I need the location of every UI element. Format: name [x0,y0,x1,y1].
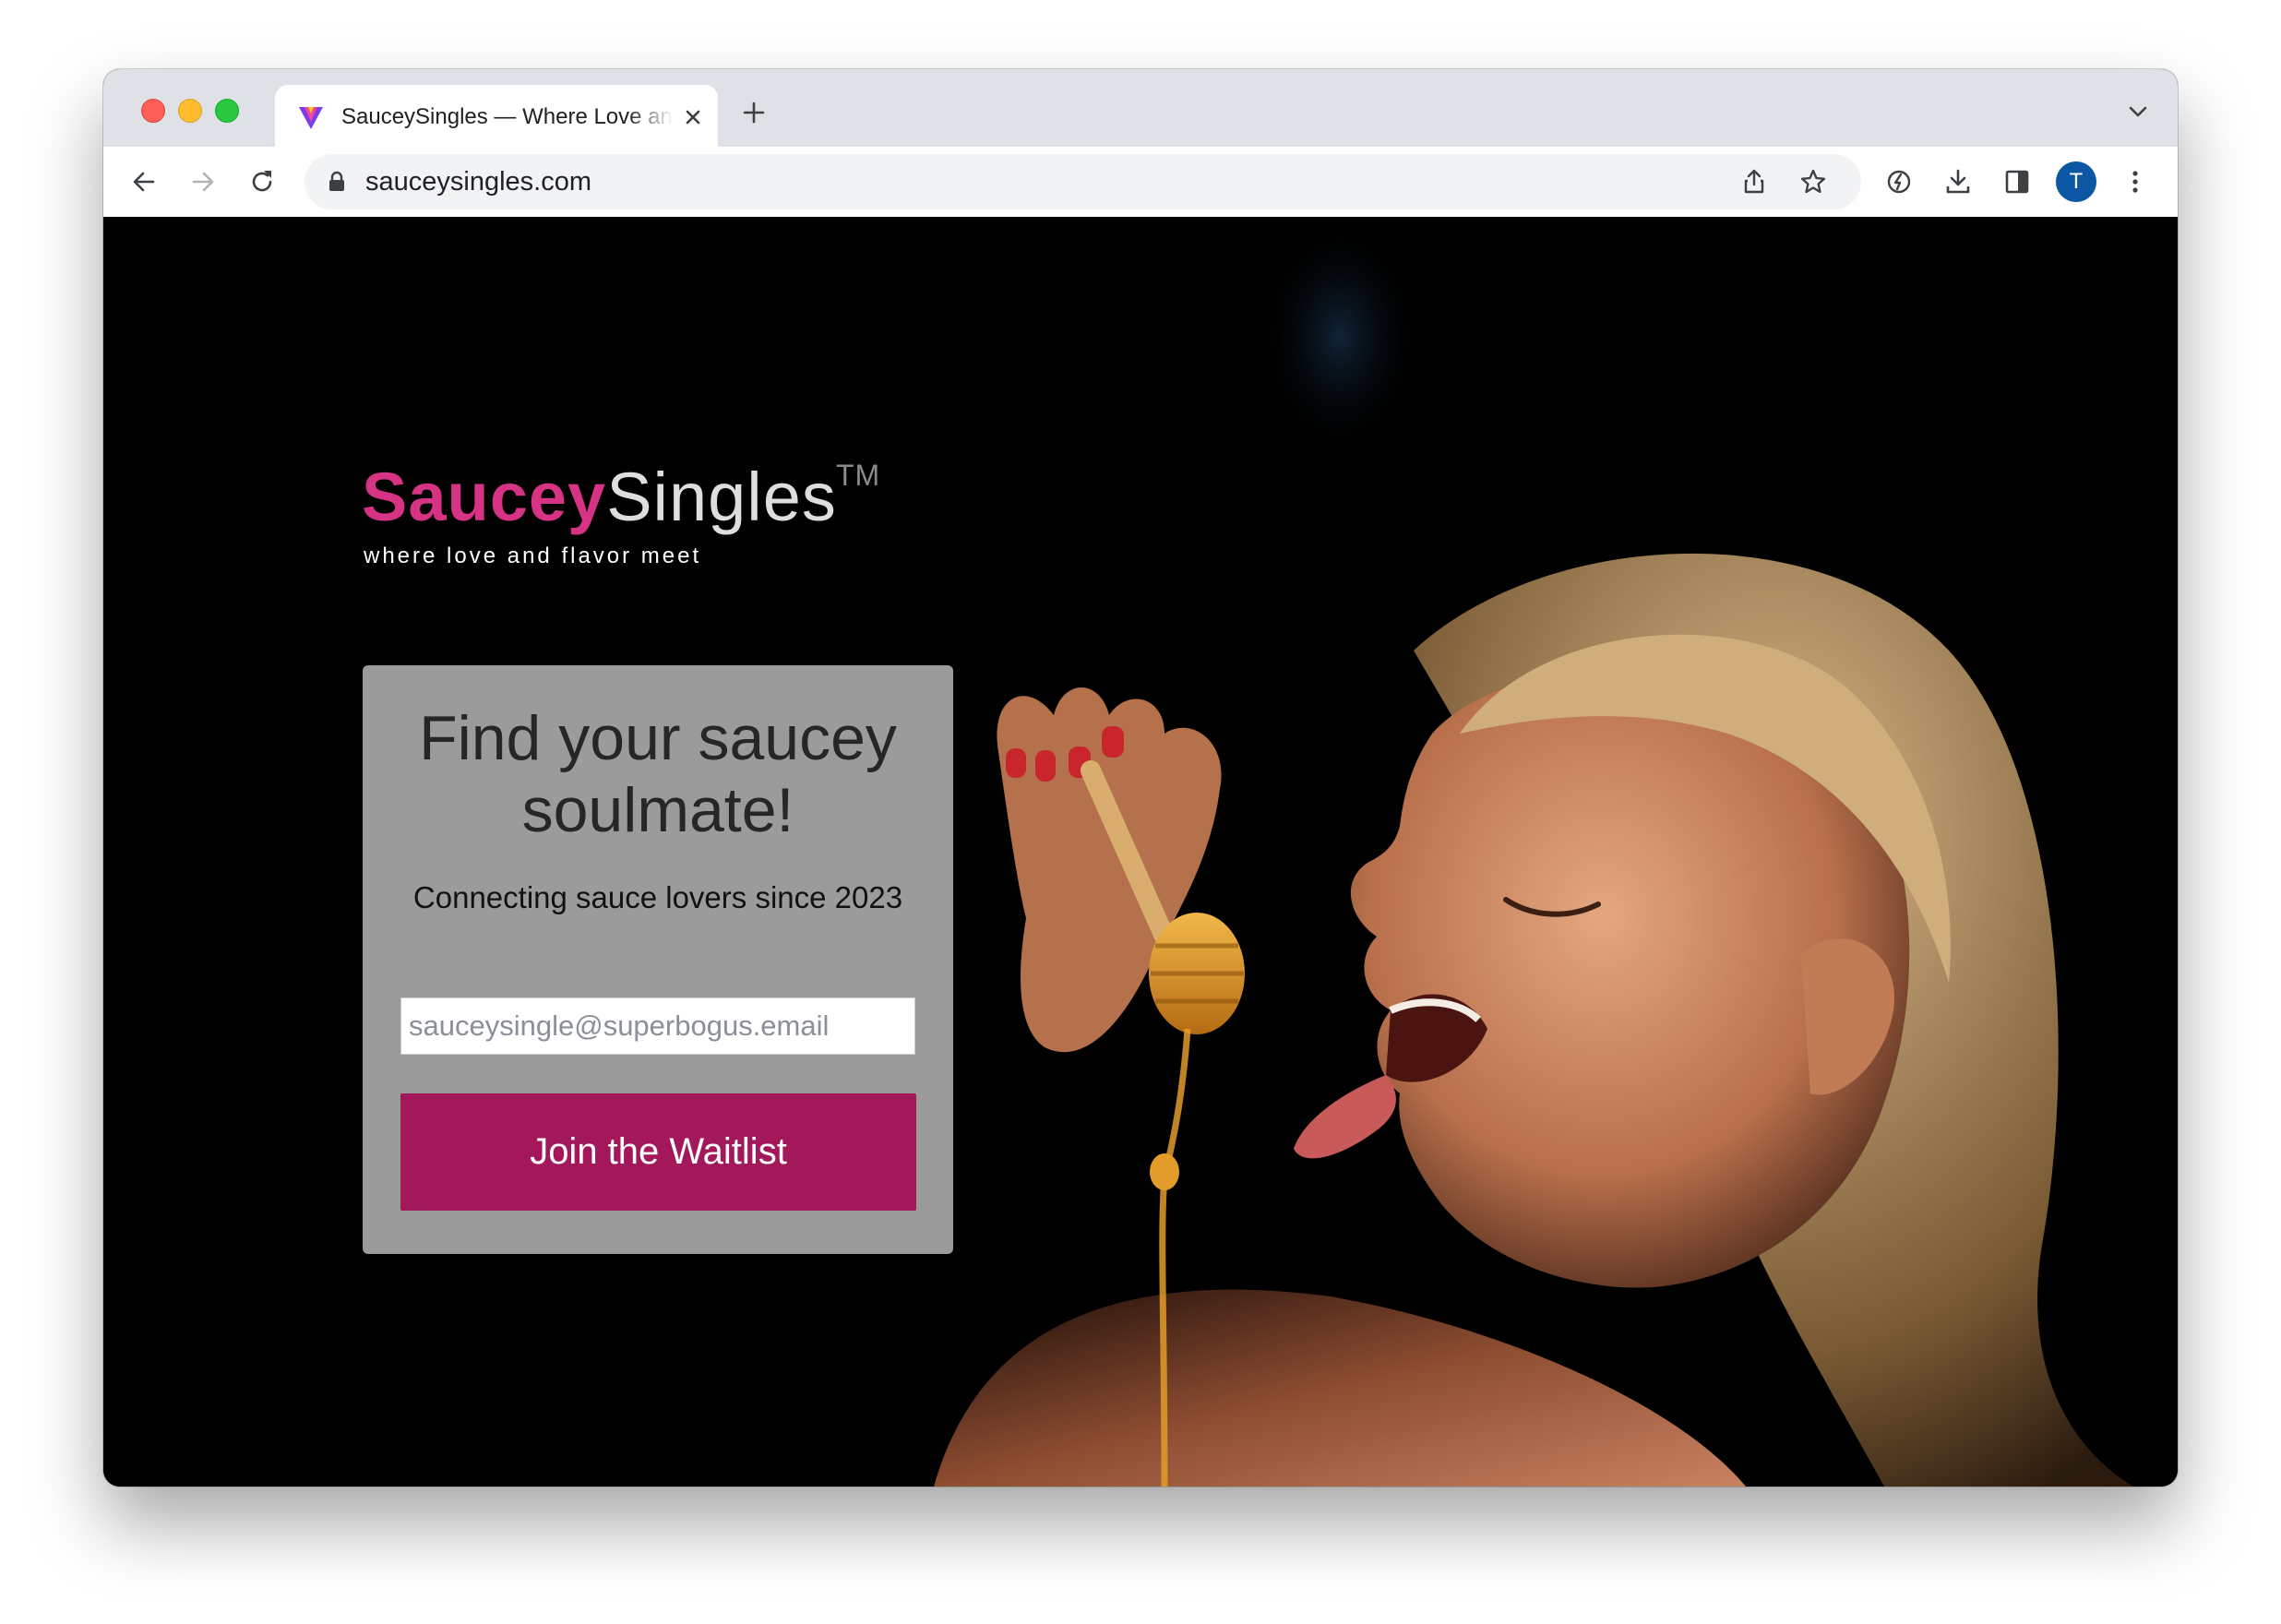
extension-icon[interactable] [1884,167,1914,197]
landing-page: SauceySingles TM where love and flavor m… [103,217,2178,1487]
site-favicon-icon [299,107,323,129]
lock-icon[interactable] [327,171,347,193]
tab-strip: SauceySingles — Where Love and Flavor Me… [103,69,2178,147]
url-text[interactable]: sauceysingles.com [365,167,591,197]
tab-search-chevron-icon[interactable] [2126,102,2150,121]
reload-icon[interactable] [247,167,277,197]
address-bar[interactable]: sauceysingles.com [305,154,1861,209]
browser-tab-active[interactable]: SauceySingles — Where Love and Flavor Me… [275,85,718,147]
side-panel-icon[interactable] [2002,167,2032,197]
brand-name-secondary: Singles [606,459,837,535]
card-headline: Find your saucey soulmate! [363,702,953,846]
close-window-button[interactable] [141,99,165,123]
waitlist-card: Find your saucey soulmate! Connecting sa… [363,665,953,1254]
back-arrow-icon[interactable] [129,167,159,197]
minimize-window-button[interactable] [178,99,202,123]
close-tab-icon[interactable] [681,105,705,129]
bookmark-star-icon[interactable] [1798,167,1828,197]
browser-window: SauceySingles — Where Love and Flavor Me… [103,69,2178,1487]
share-icon[interactable] [1739,167,1769,197]
zoom-window-button[interactable] [215,99,239,123]
forward-arrow-icon[interactable] [188,167,218,197]
profile-avatar[interactable]: T [2056,161,2096,202]
new-tab-icon[interactable] [740,99,768,126]
brand-tagline: where love and flavor meet [364,543,702,568]
more-menu-icon[interactable] [2120,167,2150,197]
browser-toolbar: sauceysingles.com T [103,147,2178,218]
tab-title: SauceySingles — Where Love and Flavor Me… [341,104,674,129]
join-waitlist-button[interactable]: Join the Waitlist [400,1093,916,1211]
email-input[interactable] [400,997,915,1055]
brand-logo: SauceySingles [362,456,837,539]
brand-name-primary: Saucey [362,459,607,535]
headline-line-1: Find your saucey [419,703,897,773]
download-icon[interactable] [1943,167,1973,197]
headline-line-2: soulmate! [521,775,794,845]
card-subheadline: Connecting sauce lovers since 2023 [412,880,903,914]
trademark-symbol: TM [836,459,881,492]
